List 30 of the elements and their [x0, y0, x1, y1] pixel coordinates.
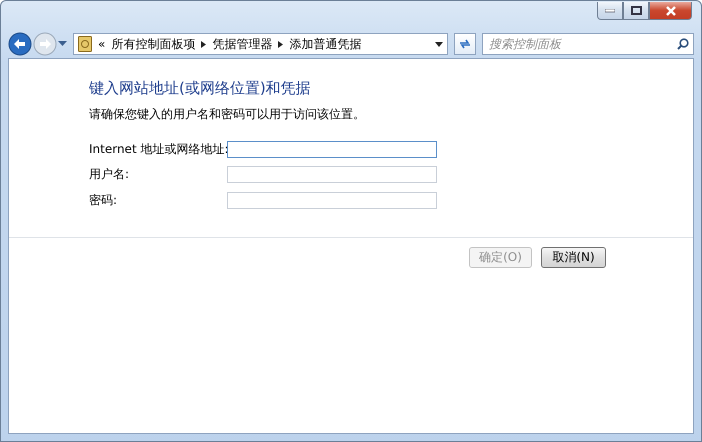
field-label: 密码: [89, 192, 118, 209]
input-field[interactable] [227, 166, 437, 184]
search-field[interactable]: 搜索控制面板 [482, 33, 694, 55]
cancel-button[interactable]: 取消(N) [541, 247, 606, 268]
field-label: 用户名: [89, 166, 130, 184]
field-label: Internet 地址或网络地址: [89, 141, 227, 158]
breadcrumb-item[interactable]: 凭据管理器 [212, 36, 272, 52]
description-text: 请确保您键入的用户名和密码可以用于访问该位置。 [89, 106, 366, 123]
maximize-button[interactable] [623, 2, 649, 20]
input-field[interactable] [227, 192, 437, 209]
control-panel-icon [78, 36, 92, 52]
refresh-icon [458, 37, 472, 51]
minimize-button[interactable] [597, 2, 623, 20]
page-heading: 键入网站地址(或网络位置)和凭据 [89, 79, 312, 98]
search-icon[interactable] [677, 38, 689, 50]
breadcrumb-overflow[interactable]: « [98, 37, 106, 51]
minimize-icon [605, 8, 615, 12]
maximize-icon [630, 6, 642, 15]
breadcrumb-item[interactable]: 添加普通凭据 [289, 36, 362, 52]
close-icon [664, 6, 676, 16]
history-dropdown[interactable] [58, 41, 67, 47]
back-button[interactable] [8, 32, 32, 56]
refresh-button[interactable] [454, 33, 476, 55]
close-button[interactable] [649, 2, 692, 20]
address-bar[interactable]: « 所有控制面板项 凭据管理器 添加普通凭据 [73, 33, 448, 55]
dropdown-icon[interactable] [435, 42, 443, 46]
breadcrumb-item[interactable]: 所有控制面板项 [111, 36, 196, 52]
chevron-right-icon [201, 40, 206, 48]
input-field[interactable] [227, 141, 437, 158]
chevron-right-icon [278, 40, 284, 48]
